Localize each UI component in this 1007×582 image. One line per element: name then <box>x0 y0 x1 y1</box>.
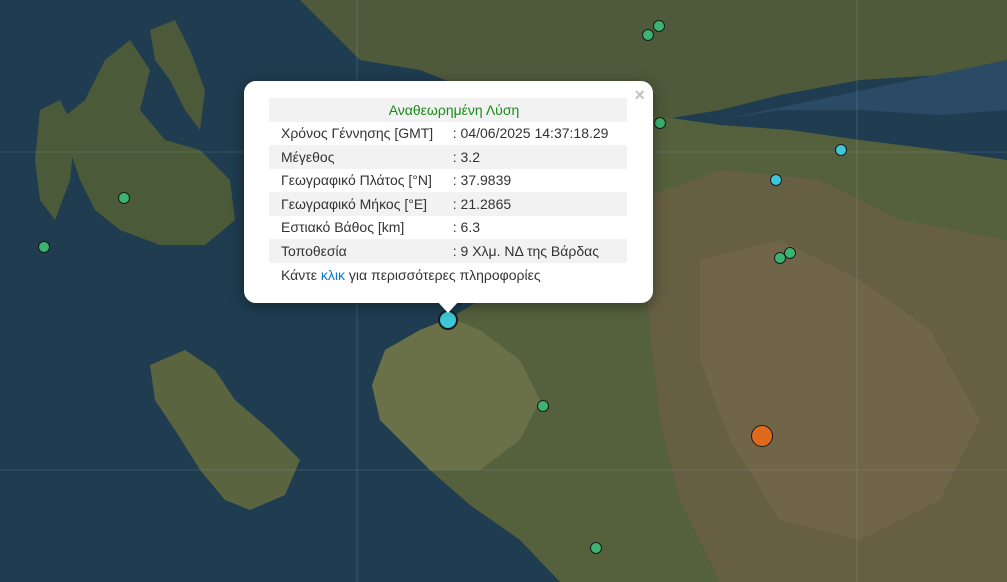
popup-tip <box>437 301 459 313</box>
popup-title: Αναθεωρημένη Λύση <box>269 98 627 122</box>
more-info-link[interactable]: κλικ <box>321 267 345 283</box>
earthquake-marker[interactable] <box>774 252 786 264</box>
info-row-location: Τοποθεσία : 9 Χλμ. ΝΔ της Βάρδας <box>269 239 627 263</box>
info-row-magnitude: Μέγεθος : 3.2 <box>269 145 627 169</box>
info-label: Γεωγραφικό Μήκος [°E] <box>269 192 453 216</box>
info-label: Τοποθεσία <box>269 239 453 263</box>
info-value: : 9 Χλμ. ΝΔ της Βάρδας <box>452 239 627 263</box>
info-row-depth: Εστιακό Βάθος [km] : 6.3 <box>269 216 627 240</box>
earthquake-marker[interactable] <box>590 542 602 554</box>
info-label: Γεωγραφικό Πλάτος [°N] <box>281 172 432 189</box>
map-view[interactable]: × Αναθεωρημένη Λύση Χρόνος Γέννησης [GMT… <box>0 0 1007 582</box>
more-info-suffix: για περισσότερες πληροφορίες <box>345 266 541 283</box>
info-row-latitude: Γεωγραφικό Πλάτος [°N] : 37.9839 <box>269 169 627 193</box>
earthquake-marker[interactable] <box>537 400 549 412</box>
info-label: Μέγεθος <box>269 145 453 169</box>
info-value: : 6.3 <box>452 219 480 236</box>
more-info-text: Κάντε κλικ για περισσότερες πληροφορίες <box>269 263 627 283</box>
earthquake-marker[interactable] <box>38 241 50 253</box>
info-row-longitude: Γεωγραφικό Μήκος [°E] : 21.2865 <box>269 192 627 216</box>
earthquake-marker[interactable] <box>118 192 130 204</box>
info-row-time: Χρόνος Γέννησης [GMT] : 04/06/2025 14:37… <box>269 122 627 146</box>
info-label: Εστιακό Βάθος [km] <box>281 219 405 236</box>
earthquake-marker[interactable] <box>653 20 665 32</box>
info-value: : 3.2 <box>452 145 627 169</box>
info-value: : 37.9839 <box>452 172 512 189</box>
earthquake-marker[interactable] <box>642 29 654 41</box>
earthquake-marker[interactable] <box>751 425 773 447</box>
more-info-prefix: Κάντε <box>281 266 321 283</box>
info-label: Χρόνος Γέννησης [GMT] <box>281 125 434 142</box>
info-value: : 21.2865 <box>452 192 627 216</box>
earthquake-marker[interactable] <box>770 174 782 186</box>
earthquake-info-popup: × Αναθεωρημένη Λύση Χρόνος Γέννησης [GMT… <box>244 81 653 313</box>
selected-earthquake-marker[interactable] <box>438 310 458 330</box>
earthquake-info-table: Αναθεωρημένη Λύση Χρόνος Γέννησης [GMT] … <box>269 98 627 263</box>
earthquake-marker[interactable] <box>835 144 847 156</box>
info-value: : 04/06/2025 14:37:18.29 <box>452 125 609 142</box>
earthquake-marker[interactable] <box>654 117 666 129</box>
close-icon[interactable]: × <box>634 85 645 105</box>
